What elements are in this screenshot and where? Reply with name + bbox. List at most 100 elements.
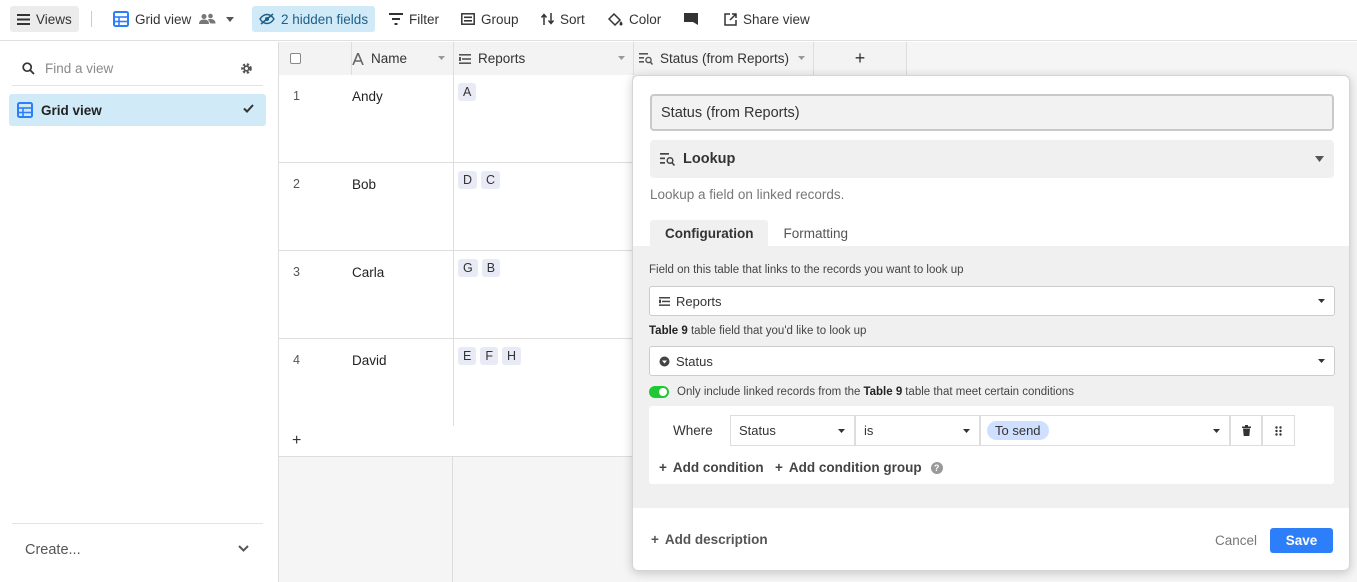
toggle-text-suffix: table that meet certain conditions [905,386,1075,398]
name-cell[interactable]: David [352,339,454,427]
reports-cell[interactable]: D C [454,163,632,251]
conditions-toggle[interactable] [649,386,669,398]
linked-record-chip[interactable]: H [501,347,522,365]
column-label: Name [371,51,408,66]
caret-down-icon[interactable] [798,56,805,60]
linked-record-chip[interactable]: A [458,83,477,101]
caret-down-icon [963,429,970,433]
delete-condition-button[interactable] [1230,415,1262,446]
select-all-checkbox[interactable] [290,53,301,64]
condition-builder: Where Status is To send + Add condition … [649,406,1334,484]
eye-off-icon [259,13,275,25]
option-pill: To send [987,421,1049,440]
field-config-dialog: Status (from Reports) Lookup Lookup a fi… [632,75,1350,571]
views-button[interactable]: Views [10,6,79,32]
toggle-text-prefix: Only include linked records from the [677,386,861,398]
field-name-input[interactable]: Status (from Reports) [650,94,1334,131]
row-number: 1 [293,89,300,103]
lookup-field-select[interactable]: Status [649,346,1335,376]
link-icon [659,296,670,306]
drag-handle-icon [1275,425,1282,436]
hidden-fields-button[interactable]: 2 hidden fields [252,6,376,32]
grid-icon [17,102,33,118]
sidebar-item-label: Grid view [41,102,102,118]
condition-operator-select[interactable]: is [855,415,980,446]
filter-button[interactable]: Filter [382,6,446,32]
column-header-reports[interactable]: Reports [454,42,634,75]
row-height-icon [684,13,698,25]
condition-field-select[interactable]: Status [730,415,855,446]
tab-formatting[interactable]: Formatting [768,220,863,246]
table-row[interactable]: 4 David E F H [279,339,632,427]
row-height-button[interactable] [677,6,705,32]
name-cell[interactable]: Bob [352,163,454,251]
color-button[interactable]: Color [601,6,668,32]
group-button[interactable]: Group [454,6,526,32]
linked-record-chip[interactable]: G [458,259,478,277]
reports-cell[interactable]: A [454,75,632,163]
lookup-field-label: Table 9 table field that you'd like to l… [649,325,866,337]
linked-record-chip[interactable]: C [481,171,501,189]
caret-down-icon [1213,429,1220,433]
reports-cell[interactable]: E F H [454,339,632,427]
view-toolbar: Views Grid view 2 hidden fields Filter G… [0,0,1357,41]
views-sidebar: Grid view Create... [0,42,279,582]
link-field-select[interactable]: Reports [649,286,1335,316]
toolbar-divider [91,11,92,27]
add-description-button[interactable]: + Add description [651,532,768,547]
share-icon [724,12,737,26]
sort-button[interactable]: Sort [534,6,592,32]
table-row[interactable]: 3 Carla G B [279,251,632,339]
table-row[interactable]: 1 Andy A [279,75,632,163]
column-header-name[interactable]: Name [352,42,454,75]
group-icon [461,13,475,25]
column-header-status-from-reports[interactable]: Status (from Reports) [634,42,814,75]
plus-icon: + [854,48,866,68]
add-description-label: Add description [664,532,768,547]
reports-cell[interactable]: G B [454,251,632,339]
add-condition-label: Add condition [672,460,764,475]
filter-icon [389,13,403,25]
save-button[interactable]: Save [1270,528,1333,553]
plus-icon: + [659,460,667,475]
condition-field-value: Status [739,423,776,438]
grid-empty-area [279,457,453,582]
cancel-button[interactable]: Cancel [1215,533,1257,548]
grid-view-label: Grid view [135,11,192,27]
tab-configuration[interactable]: Configuration [650,220,769,246]
share-view-button[interactable]: Share view [717,6,817,32]
create-view-section[interactable]: Create... [12,523,263,575]
sidebar-item-grid-view[interactable]: Grid view [9,94,266,126]
row-number: 3 [293,265,300,279]
condition-value-select[interactable]: To send [980,415,1230,446]
field-type-description: Lookup a field on linked records. [650,187,845,202]
linked-record-chip[interactable]: B [481,259,501,277]
field-type-select[interactable]: Lookup [650,140,1334,178]
caret-down-icon[interactable] [618,56,625,60]
add-field-button[interactable]: + [814,42,907,75]
single-select-icon [659,356,670,367]
find-view-input[interactable] [45,61,225,76]
table-row[interactable]: 2 Bob D C [279,163,632,251]
search-icon [22,62,35,75]
lookup-icon [639,52,653,65]
drag-condition-handle[interactable] [1262,415,1295,446]
caret-down-icon[interactable] [438,56,445,60]
link-icon [459,53,471,64]
gear-icon[interactable] [240,62,253,75]
name-cell[interactable]: Carla [352,251,454,339]
grid-view-switcher[interactable]: Grid view [106,6,241,32]
linked-record-chip[interactable]: E [458,347,477,365]
add-condition-group-button[interactable]: + Add condition group ? [775,460,943,475]
linked-record-chip[interactable]: F [480,347,498,365]
add-condition-button[interactable]: + Add condition [659,460,764,475]
sort-label: Sort [560,11,585,27]
trash-icon [1241,425,1251,436]
name-cell[interactable]: Andy [352,75,454,163]
linked-record-chip[interactable]: D [458,171,478,189]
views-label: Views [36,11,72,27]
add-row-button[interactable]: + [279,426,632,457]
help-icon[interactable]: ? [930,461,943,474]
condition-operator-value: is [864,423,874,438]
lookup-label-text: table field that you'd like to look up [687,325,867,337]
